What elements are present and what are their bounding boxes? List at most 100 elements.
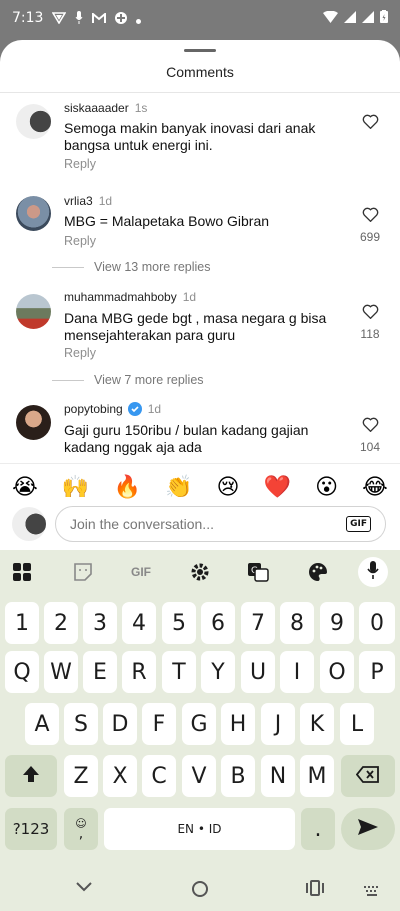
key-6[interactable]: 6 bbox=[201, 602, 235, 644]
key-n[interactable]: N bbox=[261, 755, 295, 797]
key-u[interactable]: U bbox=[241, 651, 275, 693]
vpn-icon bbox=[51, 11, 67, 29]
symbols-key[interactable]: ?123 bbox=[5, 808, 57, 850]
avatar[interactable] bbox=[16, 405, 51, 440]
comment-author[interactable]: popytobing 1d bbox=[64, 402, 161, 416]
emoji-clapping[interactable]: 👏 bbox=[165, 474, 192, 500]
apps-grid-icon[interactable] bbox=[8, 560, 36, 584]
comment-author[interactable]: vrlia3 1d bbox=[64, 194, 112, 208]
view-more-replies[interactable]: View 7 more replies bbox=[52, 373, 204, 387]
key-r[interactable]: R bbox=[122, 651, 156, 693]
recents-icon[interactable] bbox=[306, 880, 324, 901]
comma-label: , bbox=[78, 826, 84, 842]
like-button[interactable]: 118 bbox=[356, 304, 384, 341]
key-f[interactable]: F bbox=[142, 703, 176, 745]
key-o[interactable]: O bbox=[320, 651, 354, 693]
username[interactable]: vrlia3 bbox=[64, 194, 93, 208]
home-circle-icon[interactable] bbox=[191, 880, 209, 903]
key-2[interactable]: 2 bbox=[44, 602, 78, 644]
key-9[interactable]: 9 bbox=[320, 602, 354, 644]
backspace-key[interactable] bbox=[341, 755, 395, 797]
key-b[interactable]: B bbox=[221, 755, 255, 797]
keyboard: GIF G 1 2 3 4 5 6 7 8 9 0 Q W E R T Y U … bbox=[0, 550, 400, 911]
key-z[interactable]: Z bbox=[64, 755, 98, 797]
key-i[interactable]: I bbox=[280, 651, 314, 693]
key-q[interactable]: Q bbox=[5, 651, 39, 693]
reply-button[interactable]: Reply bbox=[64, 234, 96, 248]
view-more-label[interactable]: View 13 more replies bbox=[94, 260, 211, 274]
view-more-label[interactable]: View 7 more replies bbox=[94, 373, 204, 387]
username[interactable]: siskaaaader bbox=[64, 101, 129, 115]
key-a[interactable]: A bbox=[25, 703, 59, 745]
key-7[interactable]: 7 bbox=[241, 602, 275, 644]
key-k[interactable]: K bbox=[300, 703, 334, 745]
drag-handle[interactable] bbox=[184, 49, 216, 52]
comments-sheet: Comments siskaaaader 1s Semoga makin bany… bbox=[0, 40, 400, 550]
shift-key[interactable] bbox=[5, 755, 57, 797]
period-key[interactable]: . bbox=[301, 808, 335, 850]
key-g[interactable]: G bbox=[182, 703, 216, 745]
theme-palette-icon[interactable] bbox=[304, 560, 332, 584]
comment-input[interactable]: Join the conversation... GIF bbox=[55, 506, 386, 542]
mic-icon bbox=[367, 560, 379, 584]
avatar[interactable] bbox=[16, 104, 51, 139]
key-y[interactable]: Y bbox=[201, 651, 235, 693]
key-l[interactable]: L bbox=[340, 703, 374, 745]
emoji-laughing[interactable]: 😂 bbox=[362, 474, 388, 500]
key-s[interactable]: S bbox=[64, 703, 98, 745]
key-m[interactable]: M bbox=[300, 755, 334, 797]
key-w[interactable]: W bbox=[44, 651, 78, 693]
key-h[interactable]: H bbox=[221, 703, 255, 745]
sticker-icon[interactable] bbox=[69, 560, 97, 584]
hide-keyboard-chevron-icon[interactable] bbox=[75, 880, 93, 898]
comment-author[interactable]: siskaaaader 1s bbox=[64, 101, 147, 115]
comment-input-placeholder[interactable]: Join the conversation... bbox=[70, 516, 214, 532]
comment-age: 1d bbox=[182, 290, 197, 304]
key-t[interactable]: T bbox=[162, 651, 196, 693]
comment-text: Gaji guru 150ribu / bulan kadang gajian … bbox=[64, 422, 309, 455]
comma-emoji-key[interactable]: ☺ , bbox=[64, 808, 98, 850]
reply-button[interactable]: Reply bbox=[64, 346, 96, 360]
voice-input-button[interactable] bbox=[358, 557, 388, 587]
username[interactable]: muhammadmahboby bbox=[64, 290, 177, 304]
keyboard-switch-icon[interactable] bbox=[364, 883, 380, 901]
key-v[interactable]: V bbox=[182, 755, 216, 797]
key-p[interactable]: P bbox=[359, 651, 395, 693]
send-key[interactable] bbox=[341, 808, 395, 850]
like-button[interactable]: 104 bbox=[356, 417, 384, 454]
reply-button[interactable]: Reply bbox=[64, 157, 96, 171]
emoji-sad[interactable]: 😢 bbox=[217, 474, 240, 500]
username[interactable]: popytobing bbox=[64, 402, 123, 416]
key-1[interactable]: 1 bbox=[5, 602, 39, 644]
emoji-heart[interactable]: ❤️ bbox=[264, 474, 291, 500]
comment-age: 1s bbox=[134, 101, 148, 115]
key-4[interactable]: 4 bbox=[122, 602, 156, 644]
gif-keyboard-button[interactable]: GIF bbox=[126, 560, 156, 584]
avatar[interactable] bbox=[16, 196, 51, 231]
comment-age: 1d bbox=[147, 402, 162, 416]
key-j[interactable]: J bbox=[261, 703, 295, 745]
key-3[interactable]: 3 bbox=[83, 602, 117, 644]
like-button[interactable] bbox=[358, 114, 382, 134]
key-0[interactable]: 0 bbox=[359, 602, 395, 644]
emoji-surprised[interactable]: 😮 bbox=[315, 474, 338, 500]
comment-author[interactable]: muhammadmahboby 1d bbox=[64, 290, 196, 304]
gif-button[interactable]: GIF bbox=[346, 516, 371, 532]
emoji-fire[interactable]: 🔥 bbox=[113, 474, 140, 500]
translate-icon[interactable]: G bbox=[244, 560, 272, 584]
like-button[interactable]: 699 bbox=[356, 207, 384, 244]
space-bar[interactable]: EN • ID bbox=[104, 808, 295, 850]
key-c[interactable]: C bbox=[142, 755, 176, 797]
settings-gear-icon[interactable] bbox=[186, 560, 214, 584]
key-d[interactable]: D bbox=[103, 703, 137, 745]
view-more-replies[interactable]: View 13 more replies bbox=[52, 260, 211, 274]
key-5[interactable]: 5 bbox=[162, 602, 196, 644]
divider bbox=[52, 266, 84, 268]
emoji-loudly-crying[interactable]: 😭 bbox=[12, 474, 38, 500]
key-8[interactable]: 8 bbox=[280, 602, 314, 644]
key-x[interactable]: X bbox=[103, 755, 137, 797]
emoji-raising-hands[interactable]: 🙌 bbox=[62, 474, 89, 500]
key-e[interactable]: E bbox=[83, 651, 117, 693]
heart-icon bbox=[362, 207, 379, 226]
avatar[interactable] bbox=[16, 294, 51, 329]
